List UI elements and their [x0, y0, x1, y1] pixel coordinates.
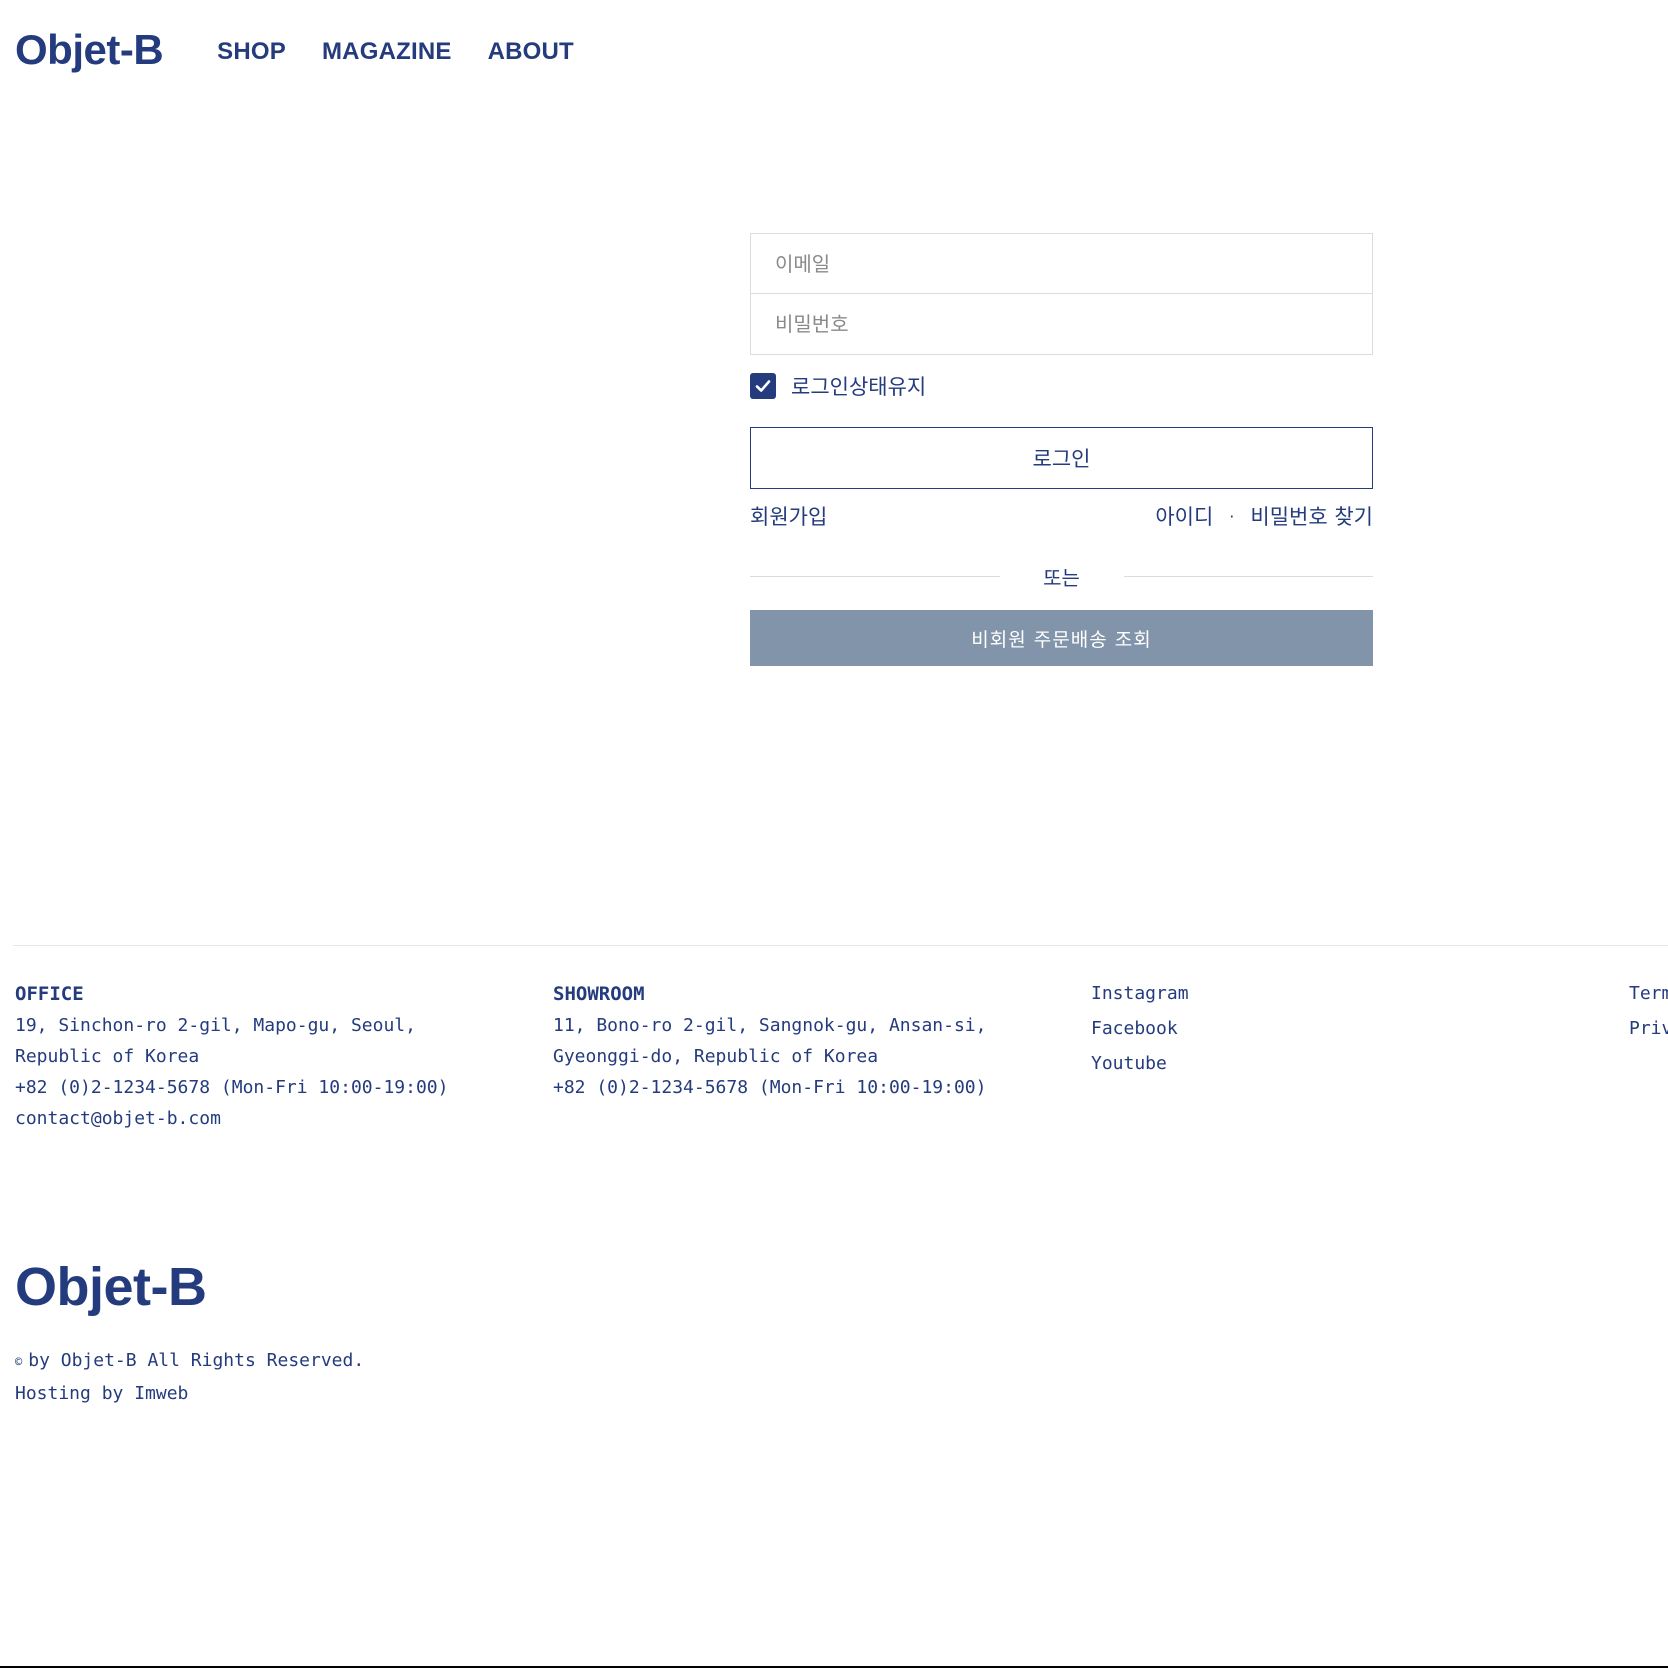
footer-office: OFFICE 19, Sinchon-ro 2-gil, Mapo-gu, Se…: [15, 979, 448, 1134]
footer-logo[interactable]: Objet-B: [15, 1260, 207, 1314]
signup-link[interactable]: 회원가입: [750, 501, 827, 531]
copyright-symbol: ©: [15, 1355, 23, 1369]
check-icon: [755, 380, 771, 392]
divider-line-right: [1123, 575, 1373, 577]
login-form: 로그인상태유지 로그인 회원가입 아이디 · 비밀번호 찾기 또는 비회원 주문…: [750, 233, 1373, 666]
facebook-link[interactable]: Facebook: [1091, 1011, 1189, 1046]
terms-link[interactable]: Term: [1629, 976, 1668, 1011]
remember-label: 로그인상태유지: [791, 375, 927, 399]
divider-line-left: [750, 575, 1000, 577]
or-divider: 또는: [750, 561, 1373, 591]
footer-social-links: Instagram Facebook Youtube: [1091, 976, 1189, 1081]
office-email[interactable]: contact@objet-b.com: [15, 1103, 448, 1134]
showroom-phone: +82 (0)2-1234-5678 (Mon-Fri 10:00-19:00): [553, 1077, 987, 1098]
nav-magazine[interactable]: MAGAZINE: [322, 38, 452, 66]
copyright-line: © by Objet-B All Rights Reserved.: [15, 1345, 364, 1378]
password-field[interactable]: [750, 294, 1373, 355]
divider-text: 또는: [1043, 565, 1080, 590]
youtube-link[interactable]: Youtube: [1091, 1046, 1189, 1081]
office-heading: OFFICE: [15, 983, 84, 1005]
find-account-links: 아이디 · 비밀번호 찾기: [1155, 501, 1373, 531]
copyright-text: by Objet-B All Rights Reserved.: [28, 1350, 365, 1371]
showroom-address-line2: Gyeonggi-do, Republic of Korea: [553, 1046, 879, 1067]
hosting-text[interactable]: Hosting by Imweb: [15, 1378, 364, 1410]
login-button[interactable]: 로그인: [750, 427, 1373, 489]
nav-about[interactable]: ABOUT: [488, 38, 574, 66]
office-address-line1: 19, Sinchon-ro 2-gil, Mapo-gu, Seoul,: [15, 1015, 416, 1036]
footer-legal-links: Term Priv: [1629, 976, 1668, 1046]
guest-order-lookup-button[interactable]: 비회원 주문배송 조회: [750, 610, 1373, 666]
remember-checkbox[interactable]: [750, 373, 776, 399]
footer-divider: [13, 945, 1668, 946]
find-password-link[interactable]: 비밀번호 찾기: [1250, 501, 1373, 531]
remember-me[interactable]: 로그인상태유지: [750, 372, 1373, 400]
footer-showroom: SHOWROOM 11, Bono-ro 2-gil, Sangnok-gu, …: [553, 979, 986, 1103]
office-phone: +82 (0)2-1234-5678 (Mon-Fri 10:00-19:00): [15, 1077, 449, 1098]
site-header: Objet-B SHOP MAGAZINE ABOUT: [15, 20, 574, 80]
separator-dot: ·: [1229, 506, 1235, 526]
nav-shop[interactable]: SHOP: [217, 38, 286, 66]
showroom-address-line1: 11, Bono-ro 2-gil, Sangnok-gu, Ansan-si,: [553, 1015, 987, 1036]
footer-copyright: © by Objet-B All Rights Reserved. Hosting…: [15, 1345, 364, 1410]
main-nav: SHOP MAGAZINE ABOUT: [217, 38, 574, 66]
showroom-heading: SHOWROOM: [553, 983, 645, 1005]
office-address-line2: Republic of Korea: [15, 1046, 200, 1067]
find-id-link[interactable]: 아이디: [1155, 501, 1213, 531]
privacy-link[interactable]: Priv: [1629, 1011, 1668, 1046]
instagram-link[interactable]: Instagram: [1091, 976, 1189, 1011]
logo[interactable]: Objet-B: [15, 29, 164, 71]
email-field[interactable]: [750, 233, 1373, 294]
account-links: 회원가입 아이디 · 비밀번호 찾기: [750, 501, 1373, 531]
